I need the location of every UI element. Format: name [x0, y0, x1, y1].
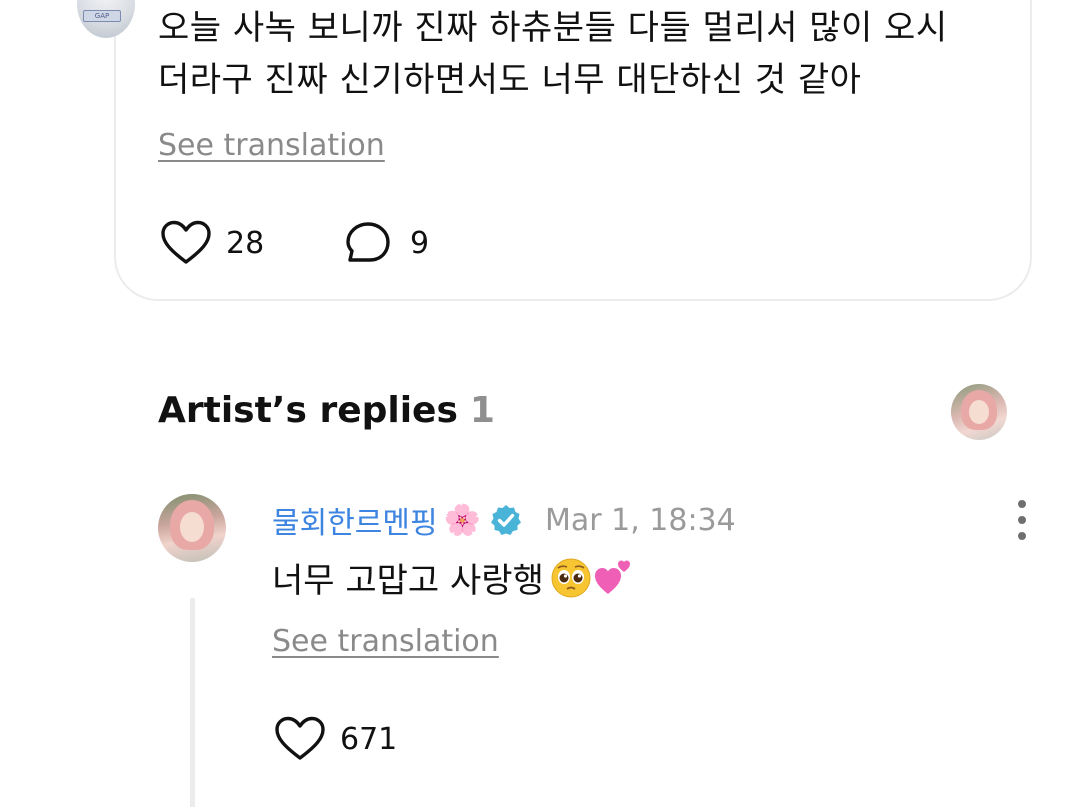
reply-body: 너무 고맙고 사랑행 [272, 553, 634, 602]
reply-like-count: 671 [340, 721, 398, 757]
more-vertical-icon[interactable] [1008, 500, 1036, 540]
cherry-blossom-emoji: 🌸 [443, 502, 481, 538]
pleading-face-emoji [551, 558, 591, 597]
reply-like-button[interactable]: 671 [274, 716, 397, 762]
post-comment-count: 9 [410, 225, 430, 261]
post-like-button[interactable]: 28 [160, 220, 264, 266]
avatar-patch-logo: GAP [83, 10, 121, 22]
reply-see-translation-link[interactable]: See translation [272, 624, 499, 659]
artist-avatar-small[interactable] [951, 384, 1007, 440]
reply-thread-line [190, 598, 195, 807]
reply-timestamp: Mar 1, 18:34 [544, 502, 736, 538]
artist-replies-count: 1 [469, 390, 495, 431]
comment-thread-page: GAP 오늘 사녹 보니까 진짜 하츄분들 다들 멀리서 많이 오시 더라구 진… [0, 0, 1080, 807]
artist-replies-heading: Artist’s replies 1 [158, 390, 495, 431]
reply-text: 너무 고맙고 사랑행 [272, 561, 544, 601]
avatar-face [180, 512, 204, 542]
post-comment-button[interactable]: 9 [344, 220, 429, 266]
post-body: 오늘 사녹 보니까 진짜 하츄분들 다들 멀리서 많이 오시 더라구 진짜 신기… [158, 2, 1018, 106]
reply-header: 물회한르멘핑 🌸 Mar 1, 18:34 [272, 498, 736, 542]
more-dot [1018, 516, 1026, 524]
more-dot [1018, 532, 1026, 540]
comment-bubble-icon [346, 222, 390, 262]
avatar-face [969, 400, 989, 424]
two-hearts-emoji [594, 560, 630, 594]
reply-author-avatar[interactable] [158, 494, 226, 562]
post-like-count: 28 [226, 225, 265, 261]
post-text-line-2: 더라구 진짜 신기하면서도 너무 대단하신 것 같아 [158, 60, 862, 100]
verified-badge-icon [490, 505, 521, 535]
reply-author-name[interactable]: 물회한르멘핑 [272, 498, 438, 542]
post-see-translation-link[interactable]: See translation [158, 128, 385, 163]
heart-icon [275, 716, 325, 760]
artist-replies-title: Artist’s replies [158, 390, 458, 431]
heart-icon [161, 220, 211, 264]
post-text-line-1: 오늘 사녹 보니까 진짜 하츄분들 다들 멀리서 많이 오시 [158, 8, 948, 48]
more-dot [1018, 500, 1026, 508]
